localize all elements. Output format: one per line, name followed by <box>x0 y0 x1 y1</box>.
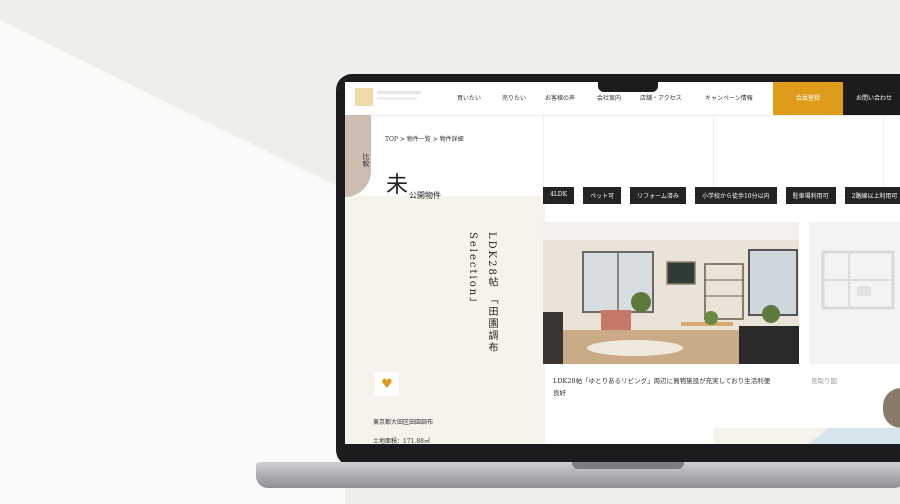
compare-tab[interactable]: 比較 <box>345 115 371 197</box>
photo-caption: LDK28帖「ゆとりあるリビング」周辺に買物施設が充実しており生活利便良好 <box>553 377 771 398</box>
floorplan-drawing <box>821 250 895 310</box>
living-room-image <box>543 222 799 364</box>
logo-text <box>377 91 421 94</box>
status-big: 未 <box>386 173 409 198</box>
logo-icon[interactable] <box>355 88 373 106</box>
status-label: 公開物件 <box>409 191 441 200</box>
nav-company[interactable]: 会社案内 <box>597 93 621 102</box>
feature-tags: 4LDK ペット可 リフォーム済み 小学校から徒歩10分以内 駐車場利用可 2路… <box>543 187 900 204</box>
property-title: LDK28帖 「田園調布Selection」 <box>467 232 497 355</box>
laptop-groove <box>572 462 684 469</box>
nav-voice[interactable]: お客様の声 <box>545 93 575 102</box>
nav-campaign[interactable]: キャンペーン情報 <box>705 93 753 102</box>
address: 東京都大田区田園調布 <box>373 419 434 426</box>
floating-side-button[interactable] <box>883 388 900 428</box>
hero-panel <box>345 196 545 444</box>
property-photo[interactable] <box>543 222 799 364</box>
camera-notch <box>598 80 658 92</box>
heart-icon: ♥ <box>381 376 393 392</box>
contact-button[interactable]: お問い合わせ <box>843 82 900 115</box>
grid-divider <box>713 115 714 195</box>
tag-parking: 駐車場利用可 <box>785 187 836 204</box>
nav-buy[interactable]: 買いたい <box>457 93 481 102</box>
tag-layout: 4LDK <box>543 187 575 204</box>
nav-sell[interactable]: 売りたい <box>502 93 526 102</box>
nav-access[interactable]: 店舗・アクセス <box>640 93 682 102</box>
land-area: 土地面積：171.88㎡ <box>373 438 430 444</box>
favorite-button[interactable]: ♥ <box>375 372 399 396</box>
logo-subtext <box>377 97 417 100</box>
grid-divider <box>543 115 544 195</box>
floorplan-image[interactable] <box>809 222 900 364</box>
floorplan-label: 見取り図 <box>811 377 837 385</box>
tag-lines: 2路線以上利用可 <box>844 187 900 204</box>
tag-pet: ペット可 <box>583 187 622 204</box>
tag-renovated: リフォーム済み <box>630 187 686 204</box>
tag-school: 小学校から徒歩10分以内 <box>694 187 777 204</box>
laptop-screen: 買いたい 売りたい お客様の声 会社案内 店舗・アクセス キャンペーン情報 会員… <box>345 82 900 444</box>
register-button[interactable]: 会員登録 <box>773 82 843 115</box>
grid-divider <box>883 115 884 195</box>
breadcrumb: TOP > 物件一覧 > 物件詳細 <box>385 136 464 143</box>
